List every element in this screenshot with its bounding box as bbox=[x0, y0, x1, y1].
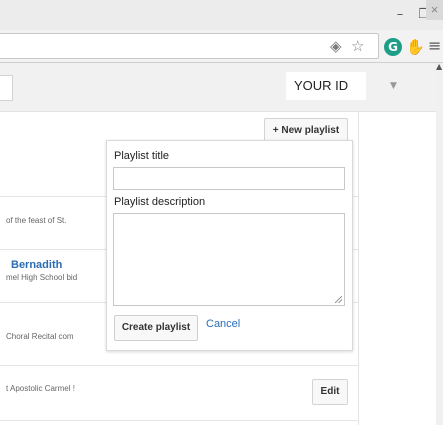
your-id-label[interactable]: YOUR ID bbox=[286, 72, 366, 100]
eye-icon[interactable]: ◈ bbox=[330, 37, 342, 55]
grammarly-icon[interactable]: G bbox=[384, 38, 402, 56]
minimize-icon[interactable]: – bbox=[392, 6, 408, 24]
app-header: YOUR ID ▼ bbox=[0, 63, 443, 112]
scrollbar[interactable]: ▲ bbox=[436, 63, 443, 425]
address-bar[interactable]: ◈ ☆ bbox=[0, 33, 379, 59]
row-snippet: t Apostolic Carmel ! bbox=[6, 384, 75, 393]
divider bbox=[0, 365, 358, 366]
extension-hand-icon[interactable]: ✋ bbox=[406, 38, 425, 56]
close-icon[interactable]: × bbox=[426, 0, 443, 20]
cancel-link[interactable]: Cancel bbox=[206, 318, 240, 330]
new-playlist-popup: Playlist title Playlist description Crea… bbox=[106, 140, 353, 351]
row-snippet: of the feast of St. bbox=[6, 216, 67, 225]
resize-grip-icon[interactable] bbox=[335, 296, 342, 303]
window-titlebar: – ❐ × bbox=[0, 0, 443, 30]
scroll-up-icon[interactable]: ▲ bbox=[436, 63, 443, 71]
playlist-description-label: Playlist description bbox=[114, 196, 206, 208]
row-snippet: Choral Recital com bbox=[6, 332, 74, 341]
browser-toolbar: ◈ ☆ G ✋ ≡ bbox=[0, 30, 443, 63]
playlist-title-input[interactable] bbox=[113, 167, 345, 190]
edit-button[interactable]: Edit bbox=[312, 379, 348, 405]
row-snippet: mel High School bid bbox=[6, 273, 78, 282]
left-control[interactable] bbox=[0, 75, 13, 101]
playlist-title-label: Playlist title bbox=[114, 150, 170, 162]
create-playlist-button[interactable]: Create playlist bbox=[114, 315, 198, 341]
chevron-down-icon[interactable]: ▼ bbox=[390, 76, 397, 96]
menu-icon[interactable]: ≡ bbox=[428, 36, 443, 56]
playlist-description-input[interactable] bbox=[113, 213, 345, 306]
page: YOUR ID ▼ ▲ + New playlist of the feast … bbox=[0, 63, 443, 425]
star-icon[interactable]: ☆ bbox=[351, 37, 364, 55]
divider bbox=[0, 420, 358, 421]
row-title[interactable]: Bernadith bbox=[11, 259, 62, 271]
